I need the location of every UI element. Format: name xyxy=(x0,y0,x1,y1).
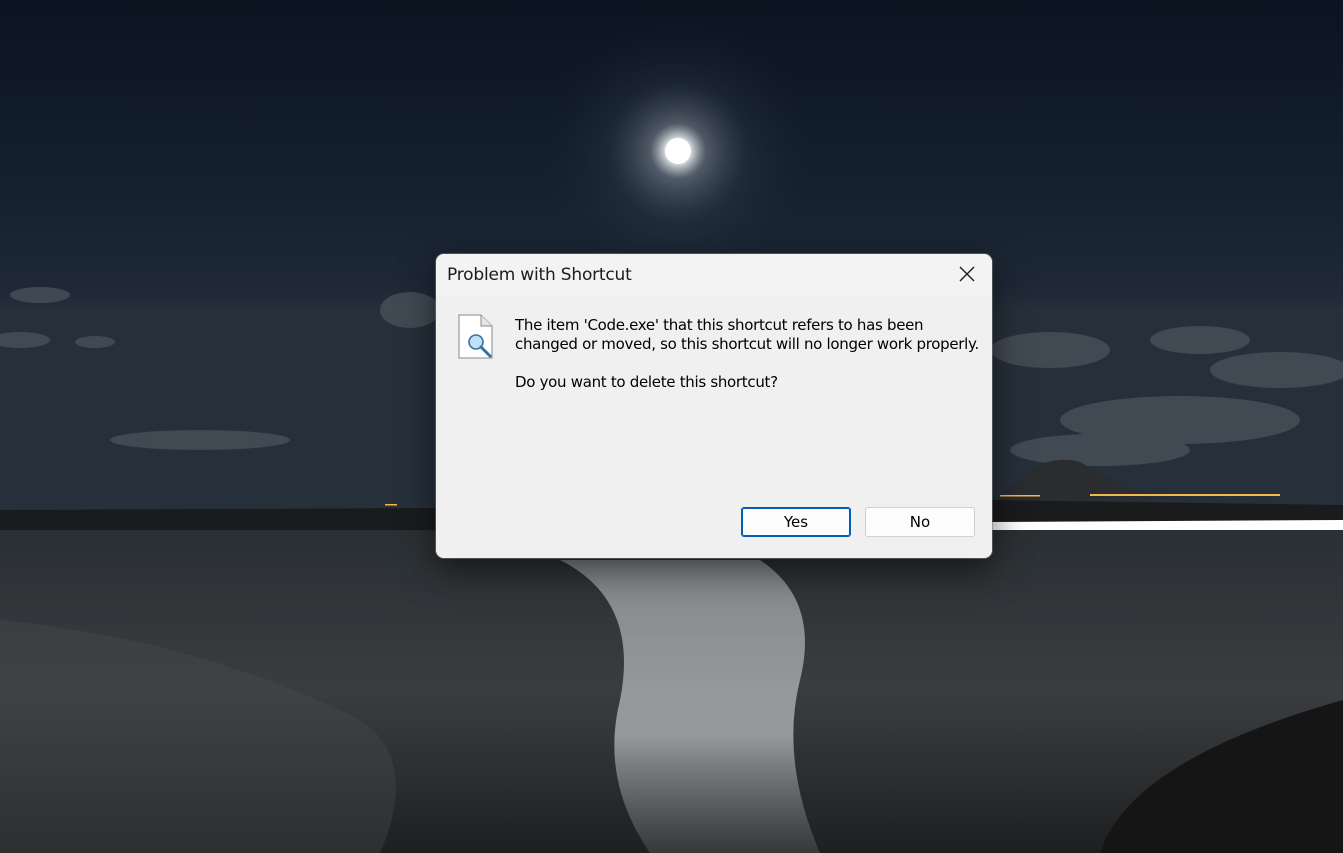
close-button[interactable] xyxy=(942,254,992,294)
dialog-titlebar[interactable]: Problem with Shortcut xyxy=(436,254,992,296)
dialog-message: The item 'Code.exe' that this shortcut r… xyxy=(515,316,979,353)
yes-button[interactable]: Yes xyxy=(741,507,851,537)
dialog-content: The item 'Code.exe' that this shortcut r… xyxy=(436,296,992,558)
dialog-title: Problem with Shortcut xyxy=(447,265,632,285)
file-search-icon xyxy=(458,314,493,359)
problem-with-shortcut-dialog: Problem with Shortcut The item 'Code.exe… xyxy=(436,254,992,558)
dialog-question: Do you want to delete this shortcut? xyxy=(515,373,778,391)
no-button[interactable]: No xyxy=(865,507,975,537)
close-icon xyxy=(959,266,975,282)
